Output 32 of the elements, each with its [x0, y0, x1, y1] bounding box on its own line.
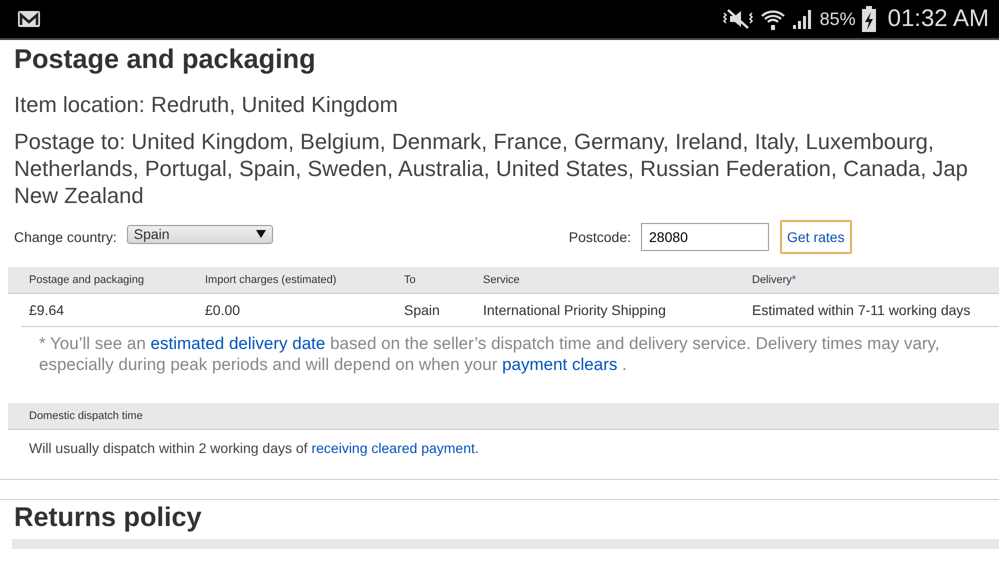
section-title: Postage and packaging [14, 44, 317, 75]
delivery-note: * You’ll see an estimated delivery date based on the seller’s dispatch time and delivery service. Delivery times may vary, especially during peak periods and will depend on when your payment clears . [39, 333, 941, 375]
battery-percent: 85% [820, 8, 856, 30]
dropdown-arrow-icon [256, 230, 266, 238]
column-header: Postage and packaging [29, 274, 145, 286]
vibrate-mute-icon [720, 8, 755, 30]
table-cell-text: £9.64 [29, 302, 66, 318]
get-rates-button[interactable]: Get rates [780, 220, 852, 254]
country-label: Change country: [14, 229, 117, 245]
column-header: To [404, 274, 417, 286]
postcode-field[interactable]: 28080 [641, 223, 769, 251]
column-header: Import charges (estimated) [205, 274, 338, 286]
column-header: Delivery* [752, 274, 798, 286]
table-cell-text: £0.00 [205, 302, 242, 318]
mail-icon [17, 10, 41, 28]
item-location: Item location: Redruth, United Kingdom [14, 91, 399, 118]
column-header: Domestic dispatch time [29, 410, 143, 422]
dispatch-text: Will usually dispatch within 2 working days of receiving cleared payment. [29, 440, 480, 456]
table-cell-text: Spain [404, 302, 441, 318]
postcode-label: Postcode: [568, 229, 631, 245]
country-dropdown[interactable]: Spain [126, 224, 273, 244]
table-cell-text: International Priority Shipping [483, 302, 667, 318]
table-cell-text: Estimated within 7-11 working days [752, 302, 972, 318]
text-link[interactable]: estimated delivery date [150, 334, 326, 353]
battery-charging-icon [860, 6, 877, 32]
column-header: Service [483, 274, 521, 286]
text-link[interactable]: receiving cleared payment [311, 440, 475, 456]
text-link[interactable]: payment clears [502, 355, 618, 374]
shipping-destinations: Postage to: United Kingdom, Belgium, Denmark, France, Germany, Ireland, Italy, Luxembourg, Netherlands, Portugal, Spain, Sweden, Australia, United States, Russian Federation, Canada, Jap New Zealand [14, 128, 969, 209]
clock: 01:32 AM [888, 5, 989, 33]
section-title: Returns policy [14, 502, 203, 533]
signal-icon [790, 8, 813, 30]
